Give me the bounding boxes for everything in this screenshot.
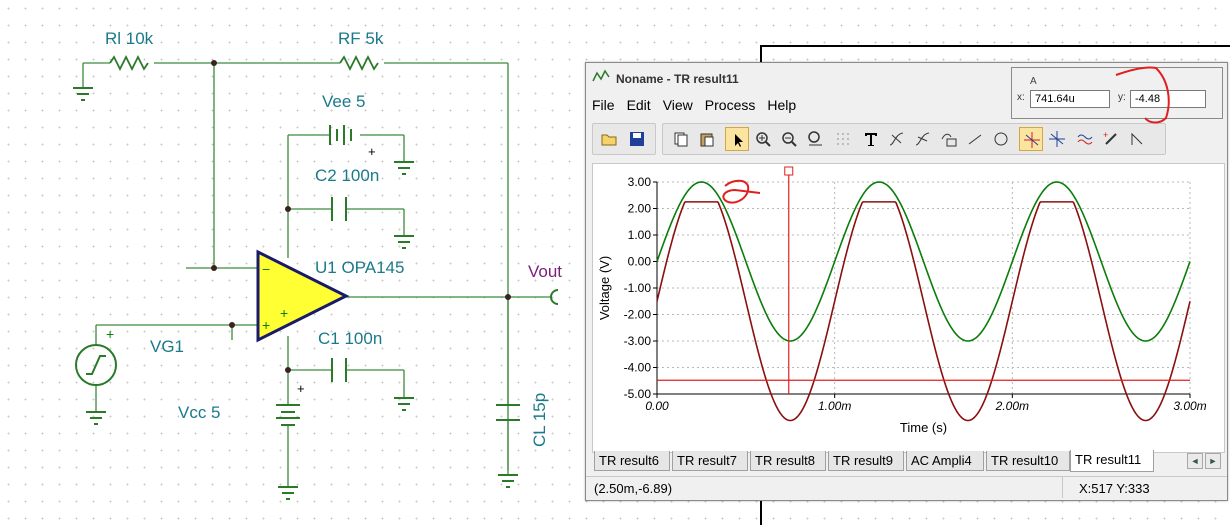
vcc-label: Vcc 5 [178, 403, 221, 422]
copy-icon[interactable] [669, 127, 693, 151]
text-icon[interactable] [859, 127, 883, 151]
u1-label: U1 OPA145 [315, 258, 404, 277]
marker-icon[interactable] [1019, 127, 1043, 151]
tab-scroll-right-icon[interactable]: ► [1205, 453, 1221, 469]
y-axis-label: Voltage (V) [597, 256, 612, 320]
cursor-y-field[interactable]: -4.48 [1130, 90, 1206, 108]
cursor-handle [784, 166, 794, 176]
y-tick-label: 2.00 [628, 202, 652, 216]
rf-label: RF 5k [338, 29, 384, 48]
x-tick-label: 2.00m [995, 399, 1029, 413]
status-xy: X:517 Y:333 [1079, 481, 1150, 496]
toolbar-group-tools: + [662, 123, 1166, 155]
window-title: Noname - TR result11 [616, 72, 739, 86]
vg1-label: VG1 [150, 337, 184, 356]
x-tick-label: 3.00m [1173, 399, 1206, 413]
toolbar-group-file [592, 123, 656, 155]
cl-label: CL 15p [530, 393, 549, 447]
app-icon [592, 69, 610, 82]
paste-icon[interactable] [695, 127, 719, 151]
zoom-out-icon[interactable] [777, 127, 801, 151]
tab-ac-ampli4[interactable]: AC Ampli4 [906, 451, 984, 471]
y-tick-label: 0.00 [628, 255, 652, 269]
plot-area[interactable]: 3.00 2.00 1.00 0.00 -1.00 -2.00 -3.00 -4.00 -5.0… [592, 163, 1225, 453]
wave-icon[interactable] [1073, 127, 1097, 151]
x-field-label: x: [1017, 92, 1025, 103]
marker-b-icon[interactable] [1045, 127, 1069, 151]
tr-result-window: Noname - TR result11 File Edit View Process… [585, 62, 1228, 501]
vee-label: Vee 5 [322, 92, 366, 111]
line-icon[interactable] [963, 127, 987, 151]
c2-label: C2 100n [315, 166, 379, 185]
status-bar: (2.50m,-6.89) X:517 Y:333 [586, 476, 1227, 499]
rl-label: Rl 10k [105, 29, 154, 48]
zoom-in-icon[interactable] [751, 127, 775, 151]
vee-plus-sign: + [368, 144, 376, 159]
y-tick-label: -4.00 [624, 361, 652, 375]
menu-view[interactable]: View [657, 94, 699, 113]
y-tick-label: -3.00 [624, 334, 652, 348]
menu-file[interactable]: File [586, 94, 621, 113]
vg1-plus-sign: + [106, 326, 114, 342]
svg-text:+: + [1103, 131, 1108, 140]
cursor-a-icon[interactable] [885, 127, 909, 151]
c1-label: C1 100n [318, 329, 382, 348]
tab-tr-result8[interactable]: TR result8 [750, 451, 826, 471]
toolbar: + [592, 123, 1227, 155]
y-tick-label: -1.00 [624, 281, 652, 295]
result-tabs: TR result6 TR result7 TR result8 TR resu… [594, 450, 1227, 472]
tab-tr-result11[interactable]: TR result11 [1070, 450, 1154, 472]
status-xy-panel: X:517 Y:333 [1062, 477, 1213, 498]
opamp-plus-sign: + [280, 305, 288, 321]
tab-tr-result10[interactable]: TR result10 [986, 451, 1070, 471]
formula-icon[interactable] [937, 127, 961, 151]
voltage-time-chart: 3.002.001.000.00-1.00-2.00-3.00-4.00-5.0… [597, 166, 1207, 435]
background-window-edge [760, 45, 1230, 47]
y-tick-label: -2.00 [624, 308, 652, 322]
x-tick-label: 1.00m [818, 399, 851, 413]
tab-scroll-buttons: ◄ ► [1187, 453, 1221, 469]
menu-edit[interactable]: Edit [621, 94, 657, 113]
tab-tr-result6[interactable]: TR result6 [594, 451, 670, 471]
step-icon[interactable] [1125, 127, 1149, 151]
y-tick-label: 1.00 [628, 228, 652, 242]
y-field-label: y: [1118, 92, 1126, 103]
menu-help[interactable]: Help [761, 94, 802, 113]
select-arrow-icon[interactable] [725, 127, 749, 151]
x-axis-label: Time (s) [900, 420, 947, 435]
circle-icon[interactable] [989, 127, 1013, 151]
cursor-coordinate-box: A x: 741.64u y: -4.48 [1011, 67, 1223, 119]
tab-tr-result7[interactable]: TR result7 [672, 451, 748, 471]
vcc-plus-sign: + [297, 381, 305, 396]
tab-scroll-left-icon[interactable]: ◄ [1187, 453, 1203, 469]
tab-tr-result9[interactable]: TR result9 [828, 451, 904, 471]
opamp-minus-sign: − [262, 261, 270, 277]
cursor-x-field[interactable]: 741.64u [1030, 90, 1110, 108]
vout-label: Vout [528, 262, 562, 281]
opamp-plus-sign-2: + [262, 317, 270, 333]
x-tick-label: 0.00 [645, 399, 669, 413]
cursor-b-icon[interactable] [911, 127, 935, 151]
open-icon[interactable] [597, 127, 621, 151]
menu-process[interactable]: Process [699, 94, 762, 113]
cursor-label: A [1030, 76, 1037, 87]
pen-icon[interactable]: + [1099, 127, 1123, 151]
status-coords: (2.50m,-6.89) [594, 481, 673, 496]
zoom-100-icon[interactable] [803, 127, 827, 151]
y-tick-label: 3.00 [628, 175, 652, 189]
grid-icon[interactable] [831, 127, 855, 151]
save-icon[interactable] [625, 127, 649, 151]
